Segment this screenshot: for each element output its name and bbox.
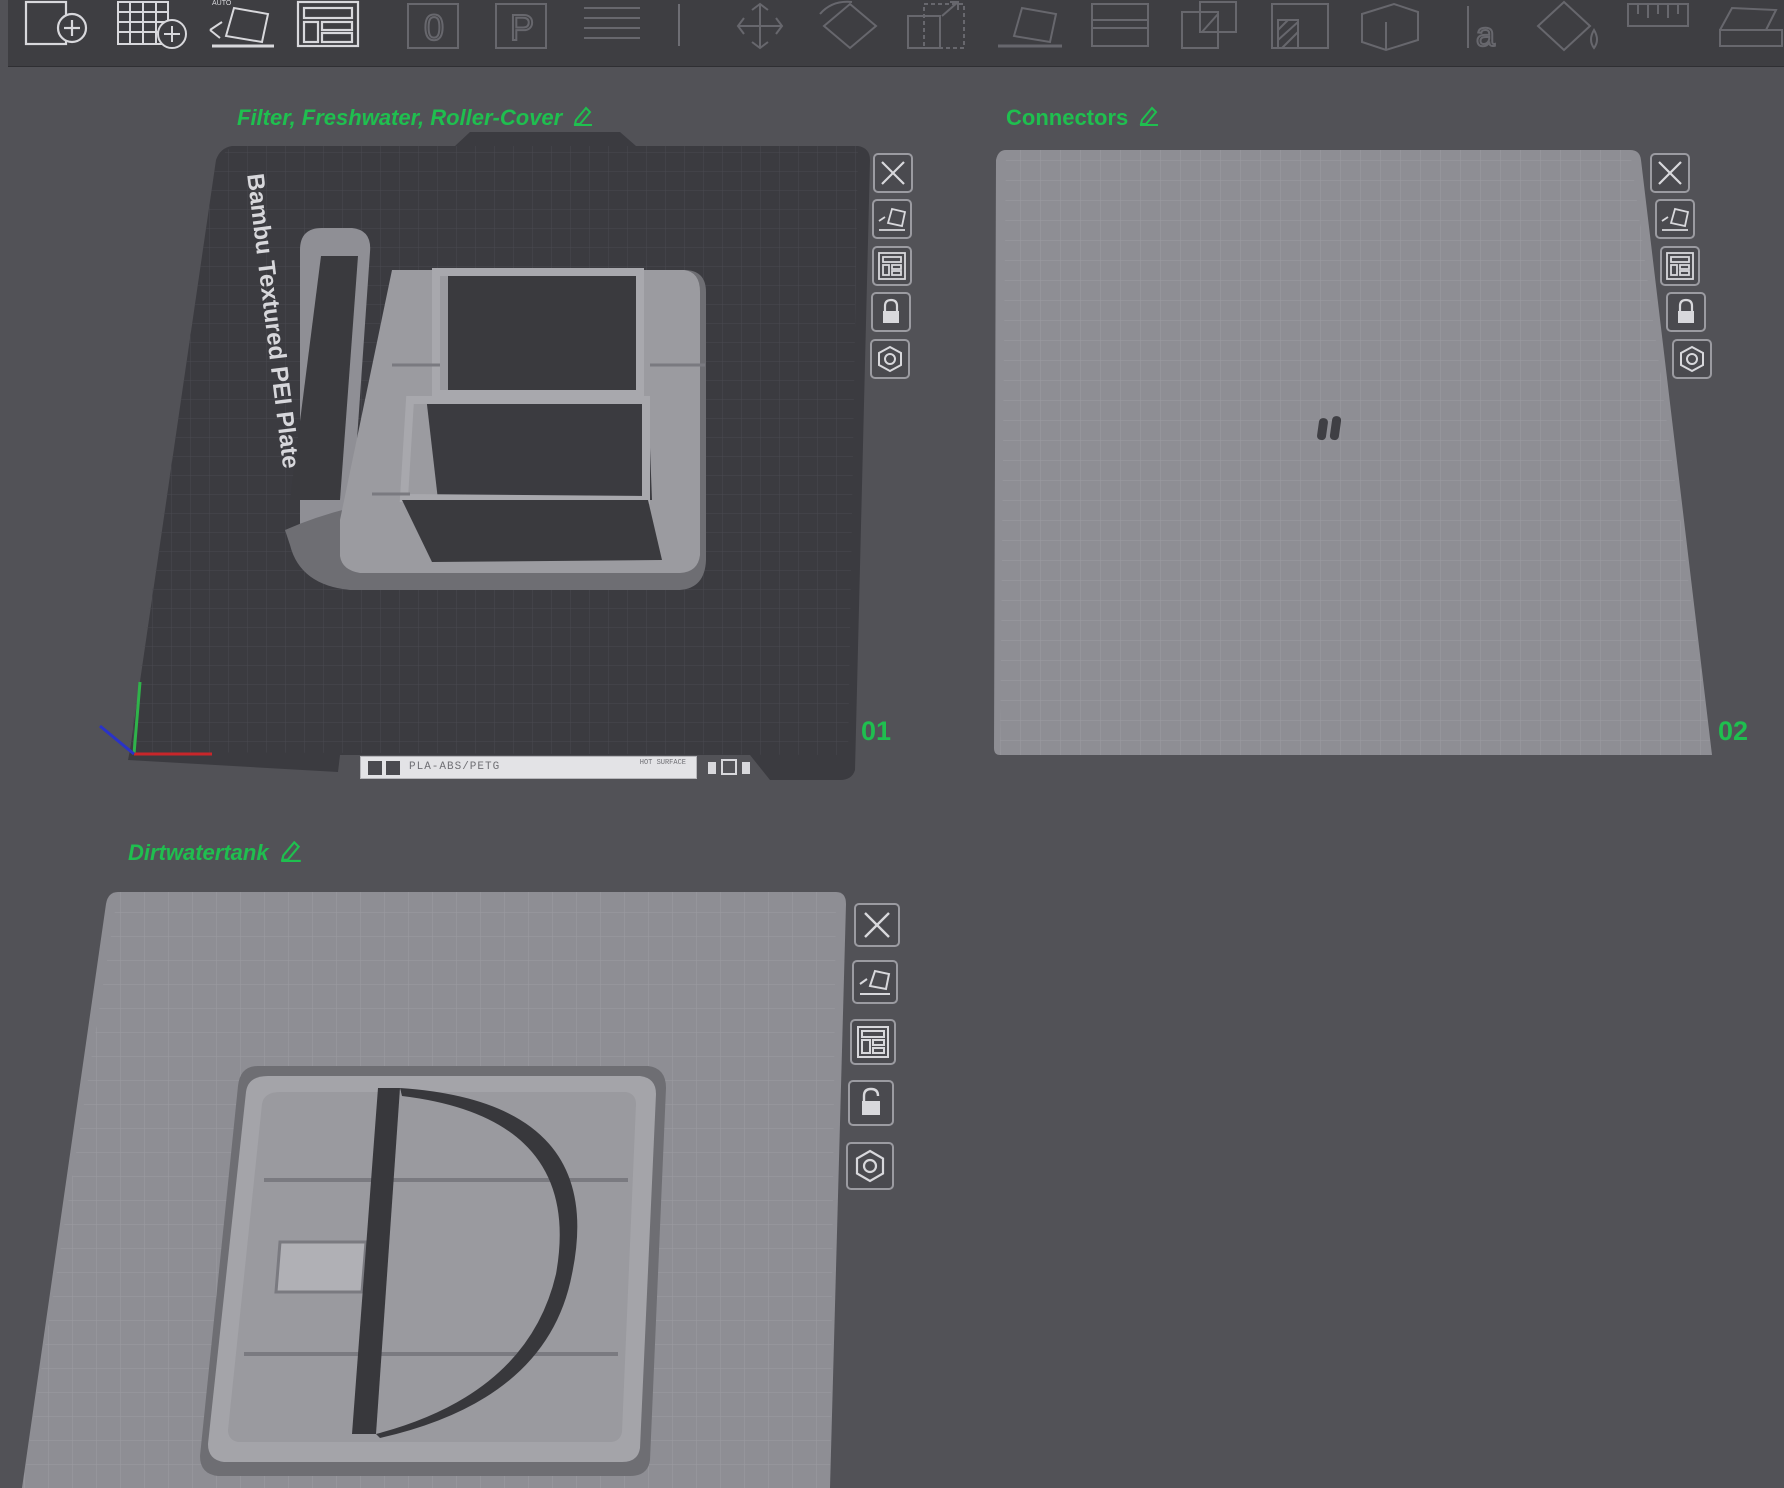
edit-name-icon[interactable] <box>1138 104 1160 132</box>
plate-01-number: 01 <box>861 716 892 746</box>
auto-orient-plate-button[interactable] <box>1655 199 1695 239</box>
edit-name-icon[interactable] <box>279 838 303 868</box>
plate-settings-button[interactable] <box>870 339 910 379</box>
svg-text:a: a <box>1476 16 1495 52</box>
lay-on-face-icon[interactable] <box>992 0 1068 52</box>
plate-02-name: Connectors <box>1006 105 1129 130</box>
measure-icon[interactable] <box>1622 0 1698 52</box>
arrange-icon <box>857 1026 889 1058</box>
plate-02-number: 02 <box>1718 716 1749 746</box>
delete-plate-button[interactable] <box>1650 153 1690 193</box>
cut-icon[interactable] <box>1082 0 1158 52</box>
filament-spool-icons <box>706 758 756 781</box>
arrange-plate-button[interactable] <box>850 1019 896 1065</box>
plate-03-title[interactable]: Dirtwatertank <box>128 838 303 868</box>
plate-01-model <box>285 228 706 590</box>
plate-03-name: Dirtwatertank <box>128 840 269 865</box>
seam-paint-icon[interactable] <box>1352 0 1428 52</box>
unlock-icon <box>862 1087 880 1115</box>
arrange-icon <box>878 252 906 280</box>
z-axis <box>99 724 135 756</box>
plate-02-title[interactable]: Connectors <box>1006 104 1160 132</box>
arrange-plate-button[interactable] <box>872 246 912 286</box>
auto-orient-icon <box>878 207 907 231</box>
auto-orient-plate-button[interactable] <box>852 960 898 1004</box>
plate-settings-button[interactable] <box>846 1142 894 1190</box>
support-paint-icon[interactable] <box>1262 0 1338 52</box>
plate-settings-button[interactable] <box>1672 339 1712 379</box>
lock-plate-button[interactable] <box>848 1080 894 1126</box>
color-paint-icon[interactable] <box>1532 0 1608 52</box>
assembly-icon[interactable] <box>1712 0 1784 52</box>
settings-icon <box>855 1149 885 1183</box>
text-icon[interactable]: a <box>1452 0 1522 52</box>
arrange-plate-button[interactable] <box>1660 246 1700 286</box>
filament-info-bar: PLA-ABS/PETG HOT SURFACE <box>360 756 697 779</box>
connector-models <box>1317 416 1342 441</box>
arrange-icon <box>1666 252 1694 280</box>
delete-plate-button[interactable] <box>873 153 913 193</box>
auto-orient-icon <box>859 969 891 995</box>
auto-orient-plate-button[interactable] <box>872 199 912 239</box>
auto-orient-icon <box>1661 207 1690 231</box>
lock-plate-button[interactable] <box>871 292 911 332</box>
scale-icon[interactable] <box>902 0 978 52</box>
lock-icon <box>1678 298 1694 323</box>
close-icon <box>1658 161 1682 185</box>
close-icon <box>864 912 890 938</box>
split-icon[interactable] <box>1172 0 1248 52</box>
dirtwatertank-model <box>200 1066 666 1476</box>
lock-plate-button[interactable] <box>1666 292 1706 332</box>
close-icon <box>881 161 905 185</box>
filament-type: PLA-ABS/PETG <box>409 761 501 773</box>
hot-surface-warning: HOT SURFACE <box>639 759 686 767</box>
settings-icon <box>878 345 902 373</box>
settings-icon <box>1680 345 1704 373</box>
lock-icon <box>883 298 899 323</box>
delete-plate-button[interactable] <box>854 903 900 947</box>
